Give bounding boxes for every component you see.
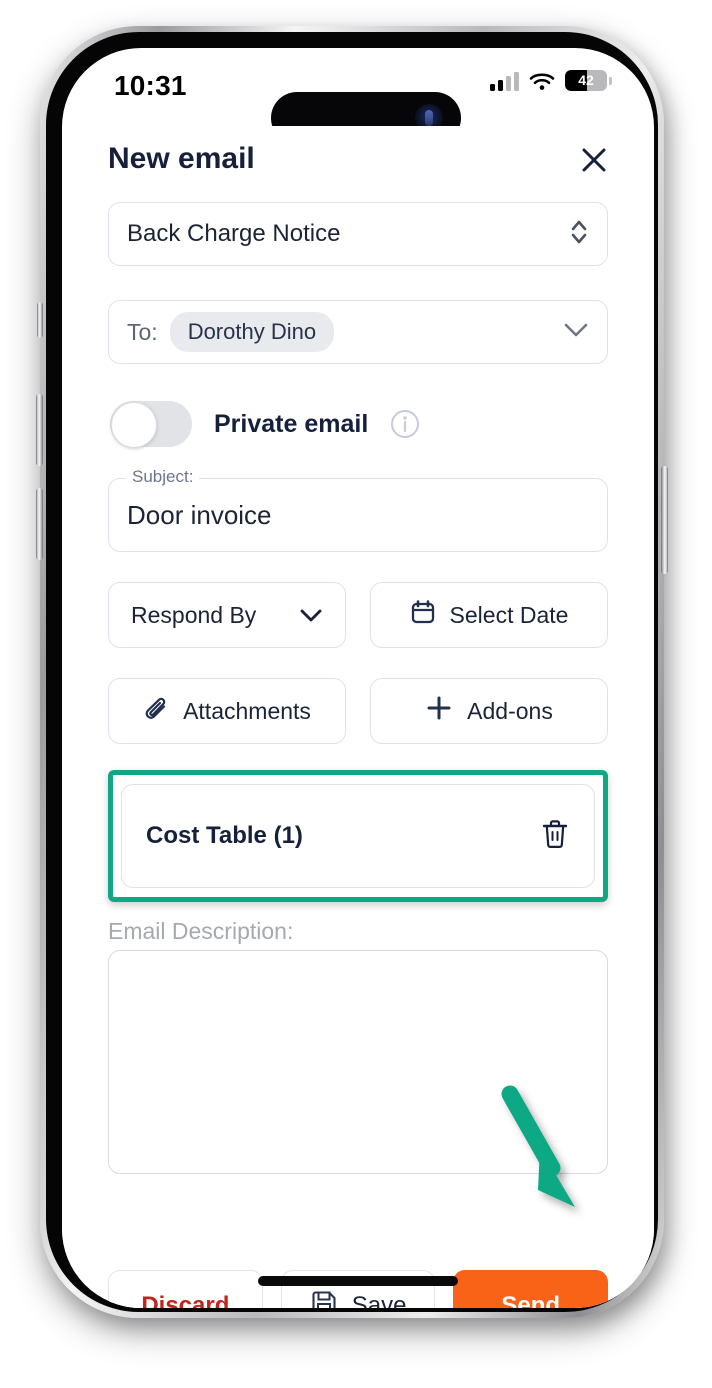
subject-input[interactable]: Door invoice (108, 478, 608, 552)
battery-cap-icon (609, 76, 612, 85)
device-screen: 10:31 42 New email Back Charge Notice To… (62, 48, 654, 1308)
silent-switch-button[interactable] (37, 302, 43, 338)
save-label: Save (351, 1292, 407, 1308)
chevron-down-icon (299, 602, 323, 629)
respond-date-row: Respond By Select Date (108, 582, 608, 648)
power-button[interactable] (661, 466, 668, 574)
cost-table-highlight: Cost Table (1) (108, 770, 608, 902)
battery-level: 42 (578, 72, 594, 88)
phone-device: 10:31 42 New email Back Charge Notice To… (36, 26, 676, 1332)
plus-icon (425, 694, 453, 728)
private-email-toggle[interactable] (110, 401, 192, 448)
email-description-textarea[interactable] (108, 950, 608, 1174)
paperclip-icon (143, 695, 169, 727)
send-label: Send (501, 1292, 561, 1308)
recipients-field[interactable]: To: Dorothy Dino (108, 300, 608, 364)
cost-table-label: Cost Table (1) (146, 822, 303, 849)
page-title: New email (108, 142, 255, 175)
email-description-label: Email Description: (108, 918, 294, 944)
subject-label: Subject: (126, 467, 200, 487)
recipient-chip[interactable]: Dorothy Dino (169, 312, 335, 352)
discard-button[interactable]: Discard (108, 1270, 263, 1308)
wifi-icon (529, 71, 555, 91)
recipients-label: To: (127, 318, 158, 345)
select-date-button[interactable]: Select Date (370, 582, 608, 648)
floppy-disk-icon (310, 1289, 338, 1308)
attachments-button[interactable]: Attachments (108, 678, 346, 744)
form-fields: Back Charge Notice To: Dorothy Dino Priv… (108, 202, 608, 1174)
battery-icon: 42 (565, 70, 607, 91)
calendar-icon (410, 599, 436, 631)
send-button[interactable]: Send (453, 1270, 609, 1308)
private-email-label: Private email (214, 409, 369, 438)
signal-bars-icon (490, 71, 519, 91)
new-email-screen: New email Back Charge Notice To: Dorothy… (62, 126, 654, 1308)
home-indicator (258, 1276, 458, 1286)
subject-field-wrapper: Door invoice Subject: (108, 467, 608, 552)
toggle-knob (111, 402, 157, 448)
close-icon[interactable] (574, 140, 614, 180)
volume-up-button[interactable] (36, 394, 43, 466)
email-template-value: Back Charge Notice (127, 220, 341, 247)
status-bar: 10:31 42 (62, 48, 654, 144)
attachments-addons-row: Attachments Add-ons (108, 678, 608, 744)
chevron-up-down-icon (569, 216, 589, 253)
status-indicators: 42 (490, 70, 612, 91)
select-date-label: Select Date (449, 601, 569, 628)
add-ons-button[interactable]: Add-ons (370, 678, 608, 744)
device-bezel: 10:31 42 New email Back Charge Notice To… (46, 32, 658, 1312)
attachments-label: Attachments (183, 697, 311, 724)
subject-value: Door invoice (127, 499, 272, 530)
device-frame: 10:31 42 New email Back Charge Notice To… (36, 26, 668, 1318)
add-ons-label: Add-ons (467, 697, 553, 724)
cost-table-item[interactable]: Cost Table (1) (121, 784, 595, 888)
info-icon[interactable] (390, 409, 420, 439)
email-template-select[interactable]: Back Charge Notice (108, 202, 608, 266)
volume-down-button[interactable] (36, 488, 43, 560)
discard-label: Discard (141, 1292, 230, 1308)
chevron-down-icon[interactable] (563, 322, 589, 343)
screen-header: New email (62, 126, 654, 202)
private-email-row: Private email (108, 396, 608, 452)
respond-by-label: Respond By (131, 601, 257, 628)
status-time: 10:31 (114, 70, 187, 101)
respond-by-dropdown[interactable]: Respond By (108, 582, 346, 648)
trash-icon[interactable] (540, 818, 570, 855)
